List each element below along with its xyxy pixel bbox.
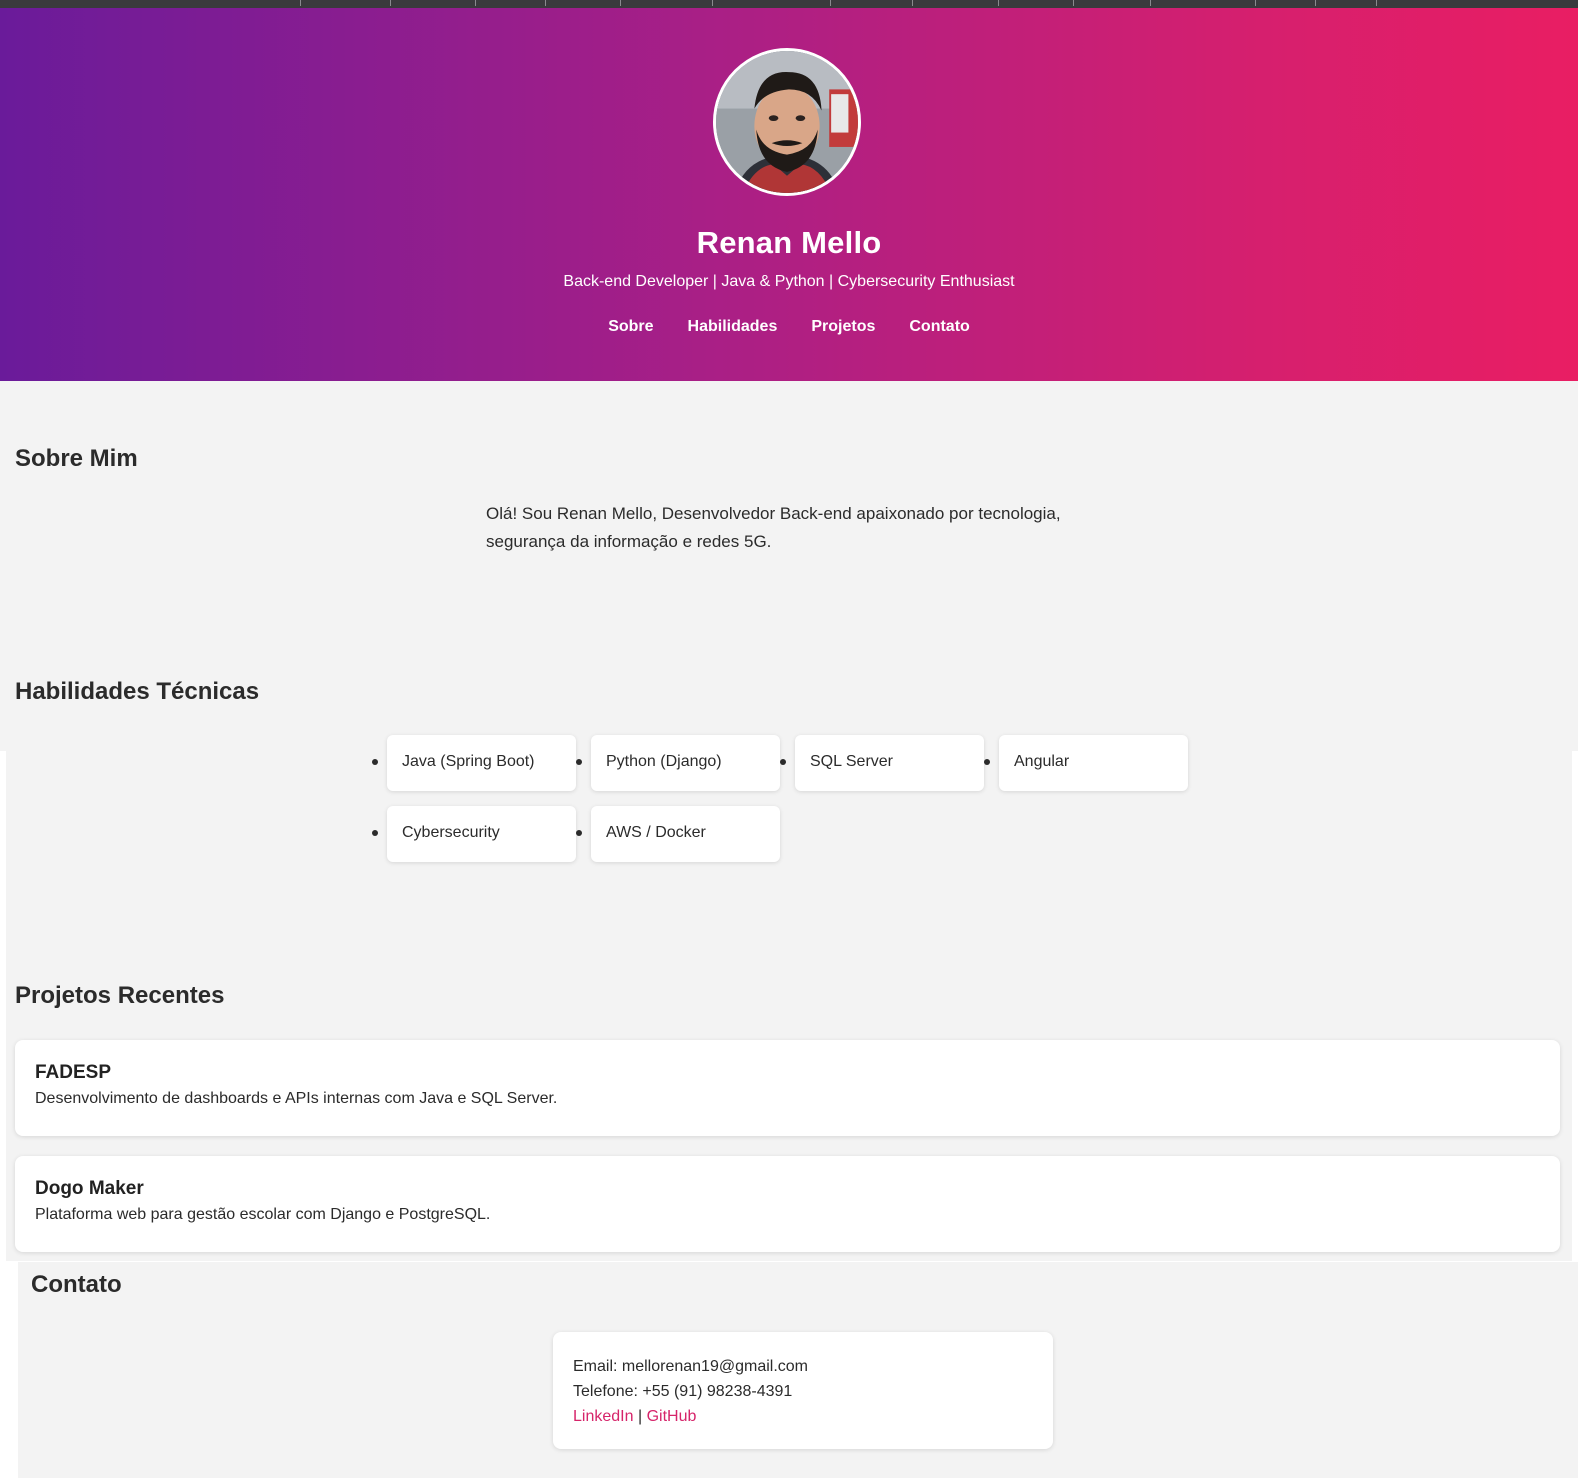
github-link[interactable]: GitHub bbox=[647, 1408, 697, 1425]
skill-card: Java (Spring Boot) bbox=[387, 735, 576, 791]
skill-card: Python (Django) bbox=[591, 735, 780, 791]
nav-link-sobre[interactable]: Sobre bbox=[608, 318, 653, 336]
project-name: FADESP bbox=[35, 1062, 112, 1083]
main-nav: Sobre Habilidades Projetos Contato bbox=[0, 318, 1578, 336]
nav-link-projetos[interactable]: Projetos bbox=[811, 318, 875, 336]
profile-avatar bbox=[713, 48, 861, 196]
about-line-1: Olá! Sou Renan Mello, Desenvolvedor Back… bbox=[486, 504, 1061, 523]
project-card: FADESP Desenvolvimento de dashboards e A… bbox=[15, 1040, 1560, 1136]
project-description: Plataforma web para gestão escolar com D… bbox=[35, 1206, 491, 1223]
skill-card: SQL Server bbox=[795, 735, 984, 791]
link-separator: | bbox=[637, 1408, 643, 1425]
project-name: Dogo Maker bbox=[35, 1178, 144, 1199]
about-title: Sobre Mim bbox=[15, 445, 138, 472]
about-line-2: segurança da informação e redes 5G. bbox=[486, 532, 772, 551]
contact-email: Email: mellorenan19@gmail.com bbox=[573, 1358, 808, 1375]
list-bullet bbox=[984, 759, 990, 765]
hero-header: Renan Mello Back-end Developer | Java & … bbox=[0, 8, 1578, 381]
profile-subtitle: Back-end Developer | Java & Python | Cyb… bbox=[563, 273, 1015, 290]
project-description: Desenvolvimento de dashboards e APIs int… bbox=[35, 1090, 558, 1107]
skill-card: Cybersecurity bbox=[387, 806, 576, 862]
browser-top-strip bbox=[0, 0, 1578, 8]
skill-card: Angular bbox=[999, 735, 1188, 791]
contact-links: LinkedIn | GitHub bbox=[573, 1404, 1033, 1429]
nav-link-habilidades[interactable]: Habilidades bbox=[688, 318, 778, 336]
list-bullet bbox=[780, 759, 786, 765]
list-bullet bbox=[576, 759, 582, 765]
skills-title: Habilidades Técnicas bbox=[15, 678, 260, 705]
nav-link-contato[interactable]: Contato bbox=[909, 318, 969, 336]
project-card: Dogo Maker Plataforma web para gestão es… bbox=[15, 1156, 1560, 1252]
projects-title: Projetos Recentes bbox=[15, 982, 225, 1009]
contact-phone: Telefone: +55 (91) 98238-4391 bbox=[573, 1383, 793, 1400]
contact-title: Contato bbox=[31, 1271, 122, 1298]
profile-photo bbox=[716, 51, 858, 193]
skill-card: AWS / Docker bbox=[591, 806, 780, 862]
list-bullet bbox=[372, 830, 378, 836]
page: Renan Mello Back-end Developer | Java & … bbox=[0, 0, 1578, 1478]
list-bullet bbox=[576, 830, 582, 836]
list-bullet bbox=[372, 759, 378, 765]
about-text: Olá! Sou Renan Mello, Desenvolvedor Back… bbox=[486, 500, 1086, 556]
contact-card: Email: mellorenan19@gmail.com Telefone: … bbox=[553, 1332, 1053, 1449]
profile-name: Renan Mello bbox=[696, 225, 882, 260]
linkedin-link[interactable]: LinkedIn bbox=[573, 1408, 634, 1425]
